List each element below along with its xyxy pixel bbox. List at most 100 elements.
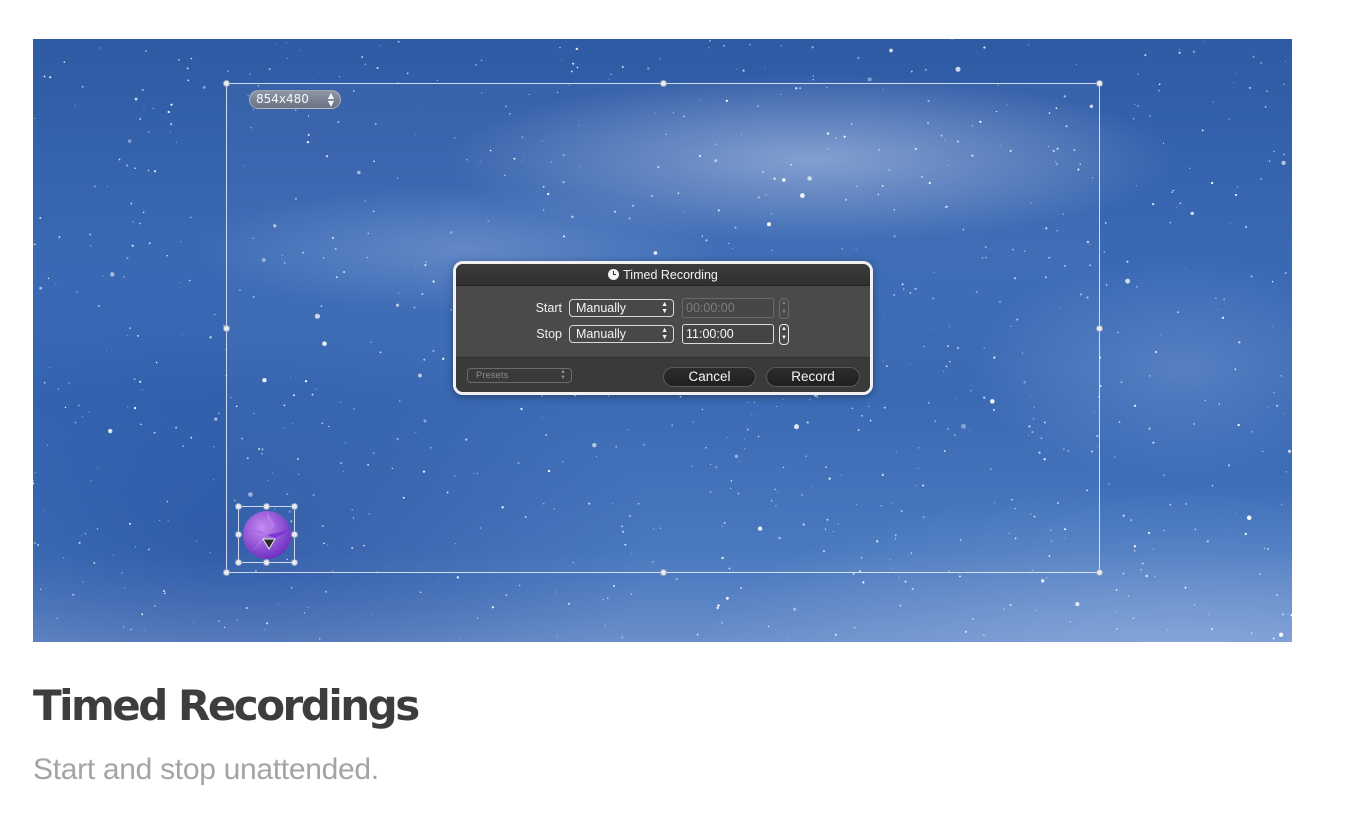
star [186, 67, 189, 70]
star [275, 43, 277, 45]
star [142, 211, 145, 214]
star [1223, 298, 1225, 301]
presets-placeholder: Presets [476, 370, 509, 381]
star [955, 66, 961, 72]
star [607, 597, 609, 599]
star [1271, 326, 1273, 328]
watermark-logo-frame[interactable] [235, 503, 298, 566]
star [862, 581, 865, 584]
star [675, 578, 678, 581]
star [153, 431, 156, 434]
star [1236, 186, 1239, 188]
star [43, 381, 46, 384]
star [1211, 485, 1214, 487]
star [1278, 632, 1284, 637]
logo-handle-left[interactable] [235, 531, 242, 538]
star [879, 588, 881, 590]
popup-arrows-icon: ▲ ▼ [327, 91, 334, 108]
star [1227, 464, 1231, 467]
star [1204, 399, 1207, 402]
hero-screenshot: 854x480 ▲ ▼ Timed Recording Start Manual… [33, 39, 1292, 642]
star [964, 630, 967, 633]
star [1126, 260, 1129, 263]
star [1120, 381, 1123, 384]
star [1221, 316, 1225, 319]
star [1117, 331, 1119, 334]
star [793, 607, 797, 611]
star [39, 216, 42, 219]
resize-handle-top-left[interactable] [223, 80, 230, 87]
star [299, 49, 301, 51]
logo-handle-top-right[interactable] [291, 503, 298, 510]
star [1272, 637, 1275, 640]
resize-handle-top-right[interactable] [1096, 80, 1103, 87]
star [865, 612, 867, 614]
logo-handle-bottom[interactable] [263, 559, 270, 566]
cancel-button[interactable]: Cancel [663, 367, 756, 387]
star [1127, 615, 1129, 617]
star [127, 406, 129, 408]
star [1102, 482, 1104, 484]
stop-mode-select[interactable]: Manually ▲ ▼ [569, 325, 674, 343]
star [202, 85, 206, 89]
star [1141, 562, 1144, 565]
star [1264, 106, 1267, 108]
star [1179, 49, 1181, 51]
feature-subtitle: Start and stop unattended. [33, 753, 379, 786]
resize-handle-top[interactable] [660, 80, 667, 87]
star [1115, 589, 1118, 591]
star [1166, 629, 1168, 631]
logo-handle-bottom-left[interactable] [235, 559, 242, 566]
presets-popup[interactable]: Presets ▲ ▼ [467, 368, 572, 383]
resize-handle-right[interactable] [1096, 325, 1103, 332]
logo-handle-right[interactable] [291, 531, 298, 538]
star [1133, 549, 1136, 552]
star [1267, 406, 1269, 408]
start-row: Start Manually ▲ ▼ 00:00:00 ▲ ▼ [456, 298, 870, 319]
star [35, 621, 37, 623]
star [37, 544, 39, 546]
start-mode-select[interactable]: Manually ▲ ▼ [569, 299, 674, 317]
star [910, 70, 913, 73]
presets-arrows-icon: ▲ ▼ [560, 369, 566, 381]
star [371, 614, 373, 616]
star [361, 56, 364, 58]
logo-handle-bottom-right[interactable] [291, 559, 298, 566]
start-time-field[interactable]: 00:00:00 [682, 298, 774, 318]
stop-time-field[interactable]: 11:00:00 [682, 324, 774, 344]
record-button[interactable]: Record [766, 367, 860, 387]
star [152, 107, 154, 110]
star [749, 44, 751, 46]
star [436, 79, 438, 81]
star [721, 622, 723, 624]
star [190, 216, 192, 218]
star [93, 562, 96, 564]
star [767, 625, 770, 628]
star [187, 79, 190, 82]
star [788, 637, 790, 639]
start-time-stepper[interactable]: ▲ ▼ [779, 298, 789, 319]
resize-handle-bottom[interactable] [660, 569, 667, 576]
resize-handle-bottom-left[interactable] [223, 569, 230, 576]
star [286, 58, 288, 60]
logo-handle-top-left[interactable] [235, 503, 242, 510]
star [74, 421, 77, 424]
star [179, 282, 181, 284]
star [604, 624, 606, 627]
star [63, 61, 66, 63]
star [1118, 421, 1121, 423]
logo-handle-top[interactable] [263, 503, 270, 510]
star [1290, 614, 1292, 617]
resize-handle-bottom-right[interactable] [1096, 569, 1103, 576]
star [621, 636, 624, 639]
star [97, 467, 99, 469]
star [236, 619, 239, 621]
star [106, 185, 108, 187]
size-preset-popup[interactable]: 854x480 ▲ ▼ [249, 90, 341, 109]
star [170, 103, 173, 106]
star [1145, 574, 1148, 578]
stop-label: Stop [536, 327, 562, 341]
star [1130, 519, 1133, 522]
resize-handle-left[interactable] [223, 325, 230, 332]
stop-time-stepper[interactable]: ▲ ▼ [779, 324, 789, 345]
